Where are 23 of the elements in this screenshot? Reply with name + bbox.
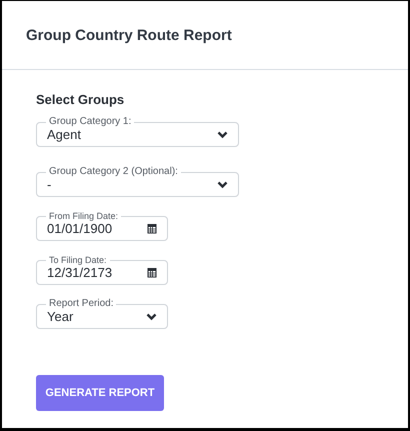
date-field[interactable]: From Filing Date: 01/01/1900: [36, 211, 168, 241]
field-value: Agent: [47, 127, 81, 142]
field-value: 12/31/2173: [47, 265, 112, 280]
field-label: To Filing Date:: [48, 255, 108, 265]
generate-report-button[interactable]: GENERATE REPORT: [36, 375, 164, 411]
field-label: Group Category 2 (Optional):: [48, 167, 179, 177]
dropdown-field[interactable]: Group Category 2 (Optional): -: [36, 167, 239, 197]
page-title: Group Country Route Report: [26, 26, 232, 44]
field-label: From Filing Date:: [48, 211, 120, 221]
calendar-icon: [147, 223, 157, 234]
chevron-down-icon: [217, 130, 228, 138]
date-field[interactable]: To Filing Date: 12/31/2173: [36, 255, 168, 285]
calendar-icon: [147, 267, 157, 278]
dropdown-field[interactable]: Report Period: Year: [36, 299, 168, 329]
field-value: Year: [47, 309, 74, 324]
dropdown-field[interactable]: Group Category 1: Agent: [36, 117, 239, 147]
field-label: Report Period:: [48, 299, 114, 309]
chevron-down-icon: [146, 312, 157, 320]
chevron-down-icon: [217, 180, 228, 188]
section-heading: Select Groups: [36, 92, 126, 107]
field-label: Group Category 1:: [48, 117, 132, 127]
field-value: -: [47, 177, 52, 192]
field-value: 01/01/1900: [47, 221, 112, 236]
